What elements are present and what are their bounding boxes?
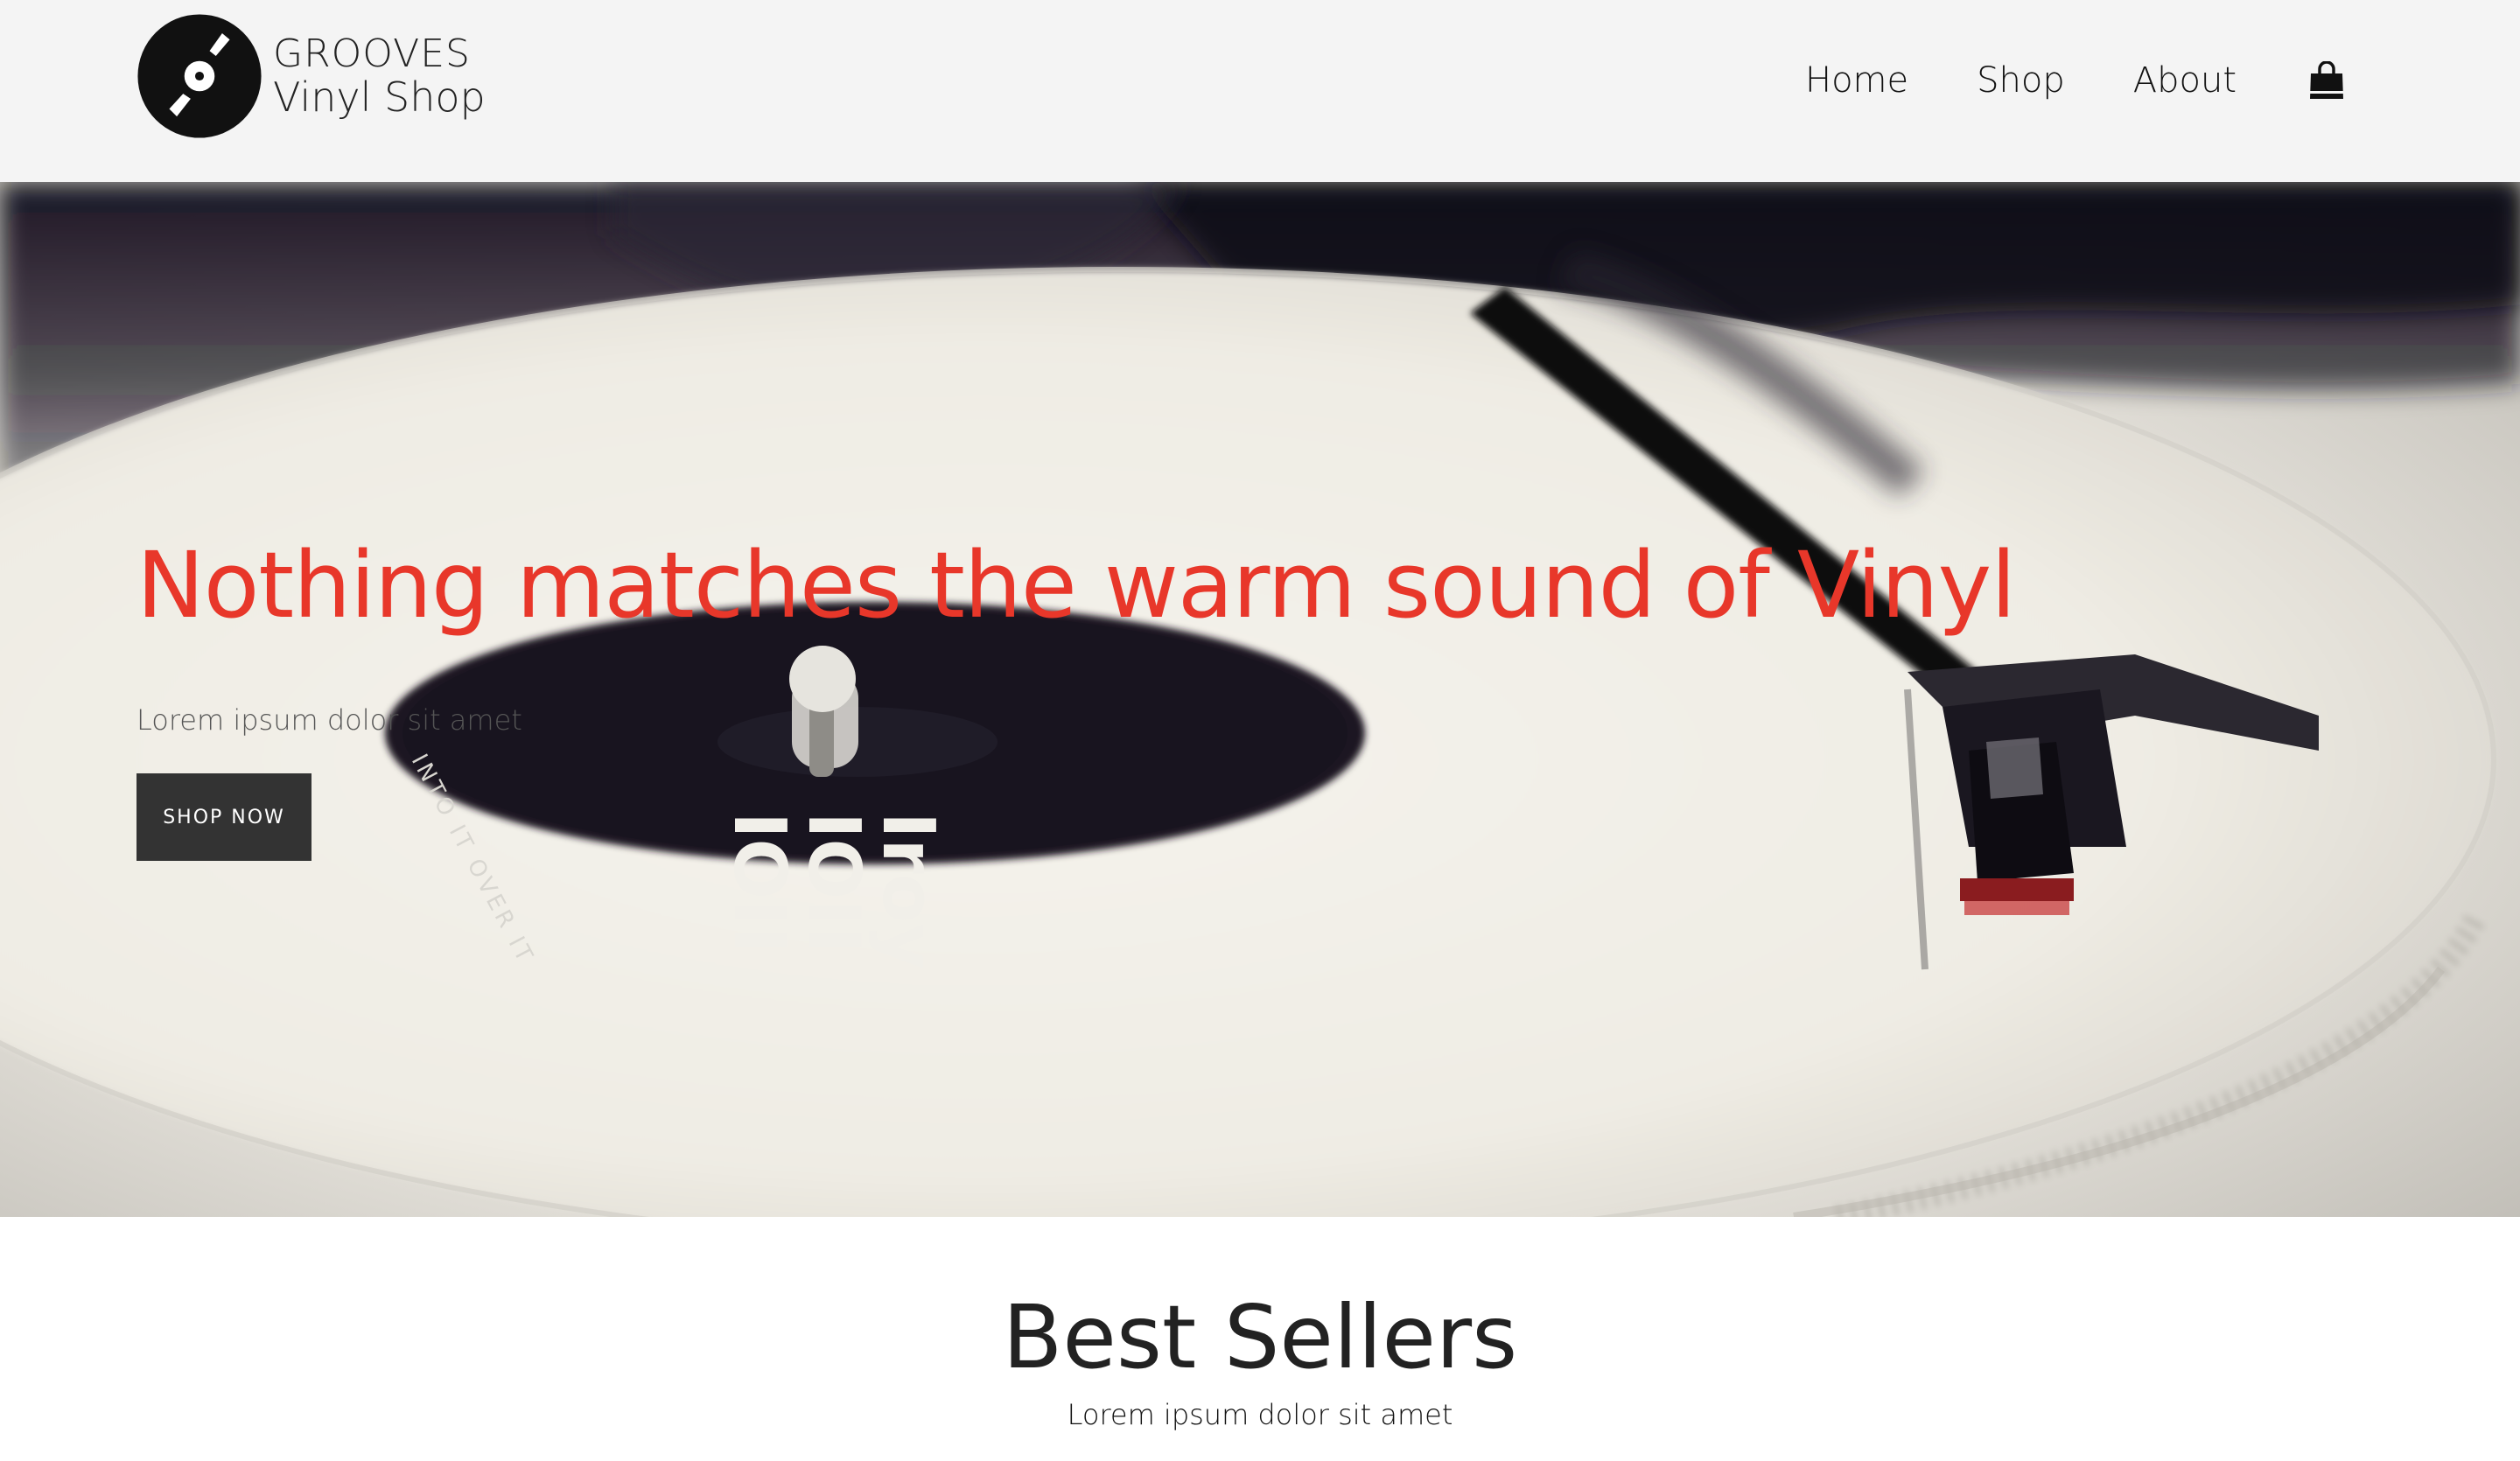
main-nav: Home Shop About: [1805, 52, 2345, 108]
hero-turntable-image: INTO IT OVER IT Iroy IOII IOII: [0, 182, 2520, 1217]
brand-name: GROOVES Vinyl Shop: [273, 31, 486, 121]
nav-about[interactable]: About: [2133, 60, 2236, 101]
hero-banner: INTO IT OVER IT Iroy IOII IOII Nothing m…: [0, 182, 2520, 1217]
best-sellers-subtitle: Lorem ipsum dolor sit amet: [1067, 1398, 1453, 1431]
brand-name-line1: GROOVES: [273, 31, 471, 76]
shopping-bag-icon[interactable]: [2308, 61, 2345, 100]
nav-home[interactable]: Home: [1805, 60, 1908, 101]
best-sellers-title: Best Sellers: [1002, 1286, 1518, 1388]
record-label-text-3: IOII: [718, 812, 801, 953]
vinyl-record-icon: [137, 14, 262, 138]
record-label-text-2: IOII: [792, 812, 875, 953]
logo-link[interactable]: GROOVES Vinyl Shop: [136, 12, 486, 140]
nav-shop[interactable]: Shop: [1977, 60, 2065, 101]
shop-now-button[interactable]: SHOP NOW: [136, 773, 312, 861]
site-header: GROOVES Vinyl Shop Home Shop About: [0, 0, 2520, 182]
brand-name-line2: Vinyl Shop: [273, 73, 486, 121]
hero-subheadline: Lorem ipsum dolor sit amet: [136, 703, 522, 737]
record-label-text-1: Iroy: [866, 812, 949, 970]
hero-headline: Nothing matches the warm sound of Vinyl: [136, 532, 2016, 639]
